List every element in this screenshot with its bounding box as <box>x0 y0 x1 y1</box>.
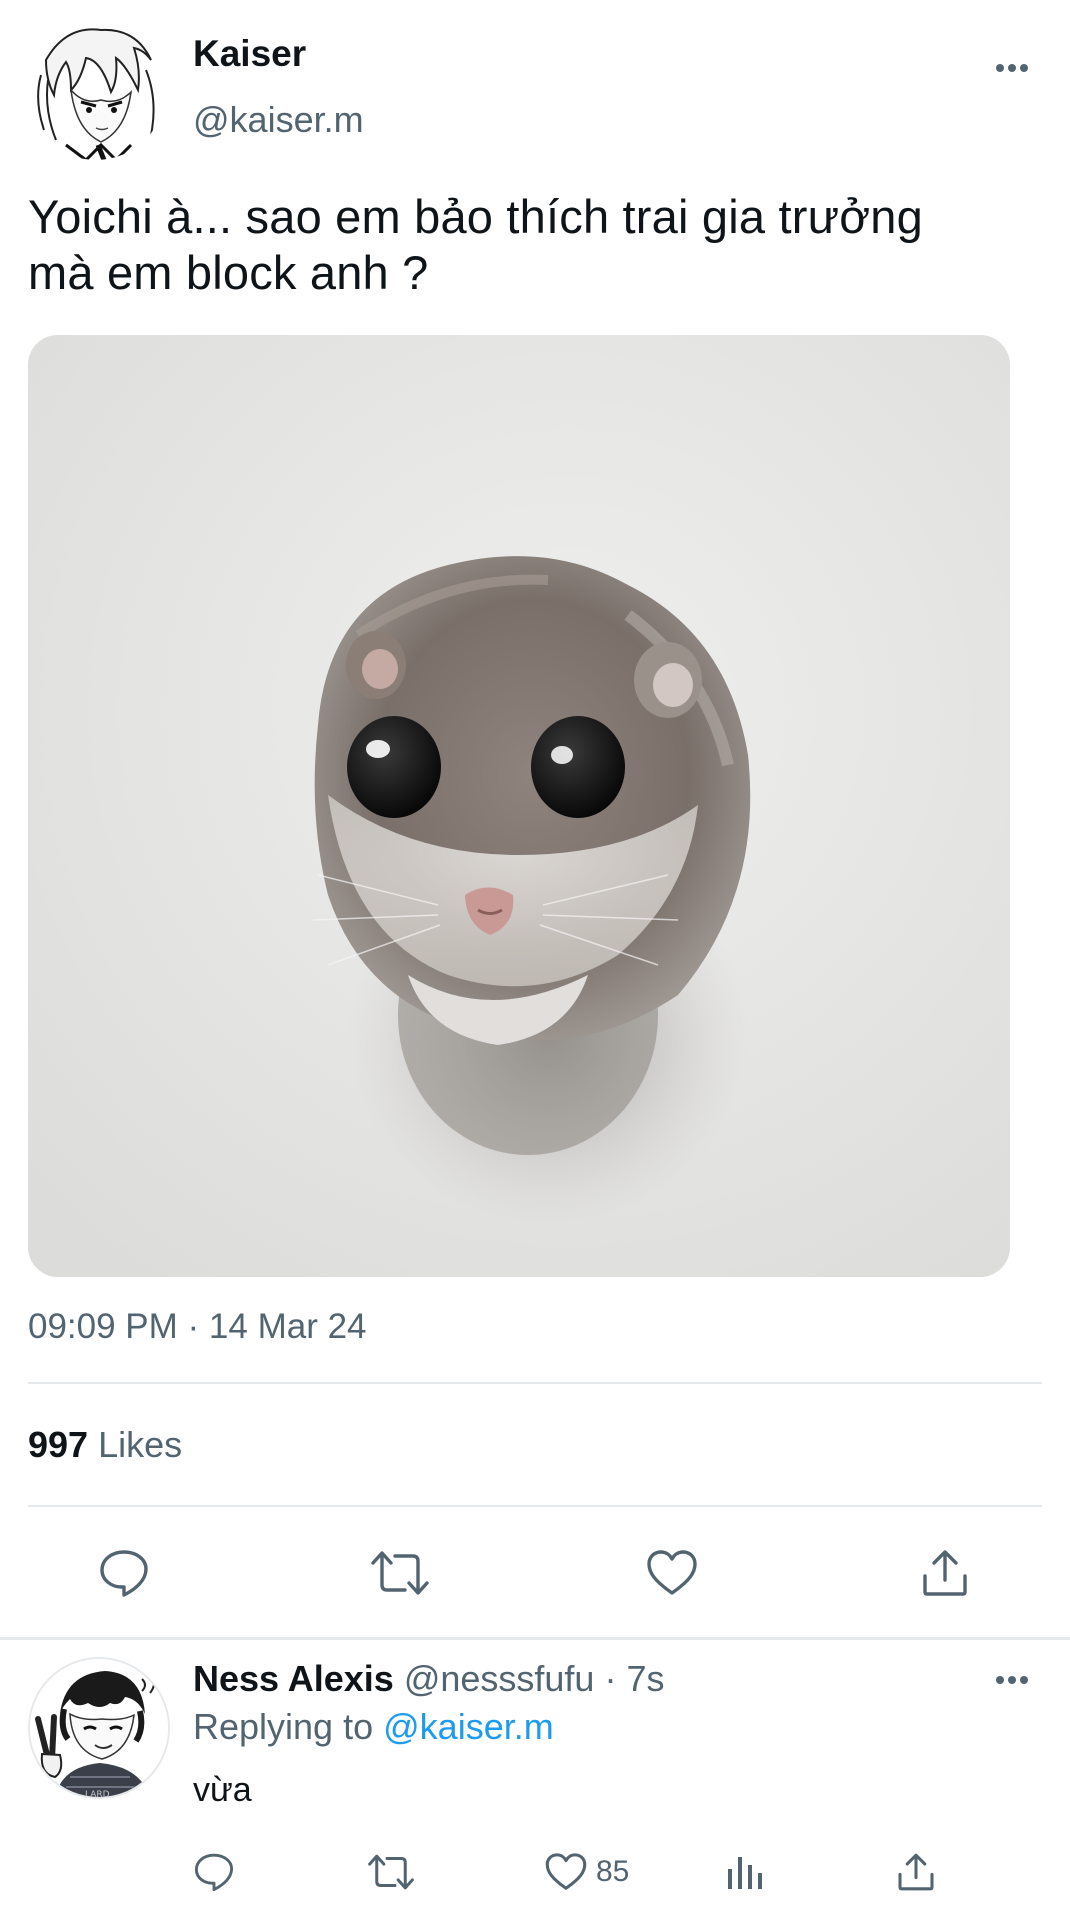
like-icon <box>647 1550 697 1595</box>
tweet-text-line-2: mà em block anh ? <box>28 246 429 299</box>
manga-avatar-icon: LARD <box>30 1659 168 1799</box>
reply-icon <box>194 1853 234 1892</box>
reply-icon <box>100 1550 148 1597</box>
tweet-media-image[interactable] <box>28 335 1010 1277</box>
reply-reply-button[interactable] <box>193 1850 235 1894</box>
tweet-text-line-1: Yoichi à... sao em bảo thích trai gia tr… <box>28 190 923 243</box>
more-options-button[interactable] <box>982 48 1042 88</box>
reply-share-button[interactable] <box>896 1850 936 1894</box>
reply-time[interactable]: 7s <box>626 1658 664 1699</box>
share-icon <box>898 1853 934 1891</box>
manga-avatar-icon <box>26 20 166 160</box>
reply-like-button[interactable]: 85 <box>544 1850 629 1894</box>
share-icon <box>923 1550 967 1596</box>
likes-label: Likes <box>98 1424 183 1465</box>
svg-text:LARD: LARD <box>85 1790 110 1799</box>
retweet-icon <box>368 1854 414 1890</box>
reply-like-count: 85 <box>596 1855 630 1888</box>
reply-views-button[interactable] <box>725 1850 763 1894</box>
author-name[interactable]: Kaiser <box>193 32 306 76</box>
reply-header: Ness Alexis @nesssfufu · 7s <box>193 1657 665 1701</box>
reply-separator: · <box>604 1658 617 1699</box>
author-avatar[interactable] <box>26 20 166 160</box>
replying-to-handle-link[interactable]: @kaiser.m <box>383 1706 554 1747</box>
reply-author-avatar[interactable]: LARD <box>28 1657 170 1799</box>
retweet-button[interactable] <box>365 1545 435 1601</box>
retweet-icon <box>371 1551 429 1595</box>
more-icon <box>996 64 1028 72</box>
more-icon <box>996 1676 1028 1684</box>
replying-to-label: Replying to <box>193 1706 374 1747</box>
divider <box>28 1505 1042 1507</box>
reply-retweet-button[interactable] <box>366 1850 416 1894</box>
reply-author-handle[interactable]: @nesssfufu <box>404 1658 595 1699</box>
views-icon <box>728 1857 762 1889</box>
reply-author-name[interactable]: Ness Alexis <box>193 1658 394 1699</box>
divider <box>28 1382 1042 1384</box>
likes-count: 997 <box>28 1424 89 1465</box>
share-button[interactable] <box>913 1545 977 1601</box>
likes-stat[interactable]: 997 Likes <box>28 1423 182 1467</box>
reply-button[interactable] <box>92 1545 156 1601</box>
section-divider <box>0 1637 1070 1640</box>
like-icon <box>545 1853 587 1890</box>
reply-more-options-button[interactable] <box>982 1660 1042 1700</box>
tweet-timestamp[interactable]: 09:09 PM · 14 Mar 24 <box>28 1305 367 1349</box>
like-button[interactable] <box>640 1545 704 1601</box>
author-handle[interactable]: @kaiser.m <box>193 98 364 142</box>
replying-to-line: Replying to @kaiser.m <box>193 1705 554 1749</box>
hamster-photo <box>28 335 1010 1277</box>
reply-text: vừa <box>193 1771 252 1809</box>
